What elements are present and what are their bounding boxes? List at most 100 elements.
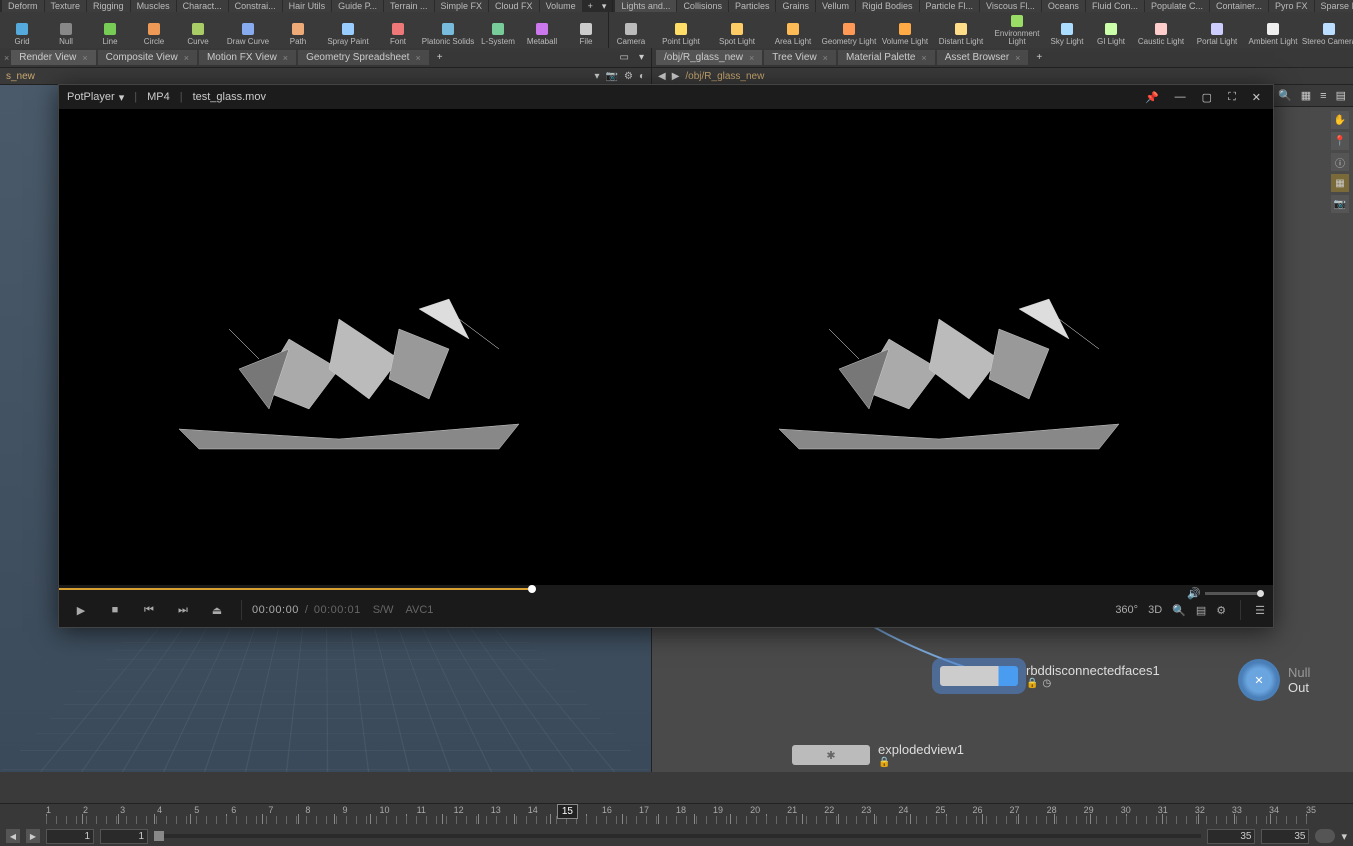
shelf-tab[interactable]: Sparse Pyr...	[1315, 0, 1353, 12]
pin-tool-icon[interactable]: 📍	[1331, 132, 1349, 150]
range-start-field[interactable]	[100, 829, 148, 844]
tab-close-icon[interactable]: ×	[415, 53, 420, 63]
tool-ambient-light[interactable]: Ambient Light	[1245, 12, 1301, 46]
shelf-add-icon[interactable]: +	[584, 1, 597, 11]
pane-tab[interactable]: Geometry Spreadsheet×	[298, 50, 429, 65]
nav-fwd-icon[interactable]: ▶	[672, 71, 680, 82]
pane-menu-icon[interactable]: ▭	[617, 52, 632, 63]
shelf-tab[interactable]: Particles	[729, 0, 776, 12]
shelf-tab[interactable]: Vellum	[816, 0, 855, 12]
3d-button[interactable]: 3D	[1148, 604, 1162, 616]
pane-tab[interactable]: Composite View×	[98, 50, 197, 65]
shelf-tab[interactable]: Volume	[540, 0, 582, 12]
menu-icon[interactable]: ☰	[1255, 604, 1265, 617]
hand-tool-icon[interactable]: ✋	[1331, 111, 1349, 129]
tab-close-icon[interactable]: ×	[823, 53, 828, 63]
shelf-tab[interactable]: Fluid Con...	[1086, 0, 1144, 12]
shelf-tab[interactable]: Lights and...	[615, 0, 676, 12]
tab-close-icon[interactable]: ×	[283, 53, 288, 63]
camera-snap-icon[interactable]: 📷	[1331, 195, 1349, 213]
tool-camera[interactable]: Camera	[609, 12, 653, 46]
prev-button[interactable]: ⏮	[135, 598, 163, 622]
shelf-tab[interactable]: Rigging	[87, 0, 130, 12]
eject-button[interactable]: ⏏	[203, 598, 231, 622]
timeline-ruler[interactable]: 1234567891011121314151617181920212223242…	[0, 804, 1353, 826]
tab-close-icon[interactable]: ×	[749, 53, 754, 63]
tab-close-icon[interactable]: ×	[184, 53, 189, 63]
tool-sky-light[interactable]: Sky Light	[1045, 12, 1089, 46]
video-area[interactable]	[59, 109, 1273, 585]
tool-platonic-solids[interactable]: Platonic Solids	[420, 12, 476, 46]
net-view-icon[interactable]: ▦	[1298, 89, 1314, 102]
node-body[interactable]: ✱	[792, 745, 870, 765]
clock-icon[interactable]: ◷	[1042, 678, 1051, 689]
close-icon[interactable]: ✕	[1248, 91, 1265, 104]
tool-null[interactable]: Null	[44, 12, 88, 46]
list-view-icon[interactable]: ≡	[1317, 90, 1329, 102]
render-icon[interactable]: ⚙	[624, 71, 633, 82]
add-tab-icon[interactable]: +	[1030, 50, 1048, 65]
tool-font[interactable]: Font	[376, 12, 420, 46]
range-end-field[interactable]	[1207, 829, 1255, 844]
pane-tab[interactable]: /obj/R_glass_new×	[656, 50, 762, 65]
shelf-tab[interactable]: Guide P...	[332, 0, 383, 12]
tool-metaball[interactable]: Metaball	[520, 12, 564, 46]
node-null-output[interactable]: ✕ Null Out	[1238, 659, 1310, 701]
shelf-dropdown-icon[interactable]: ▾	[598, 1, 611, 12]
timeline-scrubber[interactable]	[154, 834, 1201, 838]
tool-file[interactable]: File	[564, 12, 608, 46]
seek-bar[interactable]: 🔊	[59, 585, 1273, 593]
lock-icon[interactable]: 🔒	[1026, 678, 1038, 689]
shelf-tab[interactable]: Texture	[45, 0, 87, 12]
playlist-icon[interactable]: ▤	[1196, 604, 1206, 617]
shelf-tab[interactable]: Charact...	[177, 0, 228, 12]
volume-icon[interactable]: 🔊	[1187, 587, 1201, 600]
shelf-tab[interactable]: Populate C...	[1145, 0, 1209, 12]
shelf-tab[interactable]: Rigid Bodies	[856, 0, 919, 12]
shelf-tab[interactable]: Collisions	[677, 0, 728, 12]
shelf-tab[interactable]: Terrain ...	[384, 0, 434, 12]
tab-close-icon[interactable]: ×	[82, 53, 87, 63]
tool-spot-light[interactable]: Spot Light	[709, 12, 765, 46]
tool-grid[interactable]: Grid	[0, 12, 44, 46]
current-frame-marker[interactable]: 15	[557, 804, 578, 819]
grid-snap-icon[interactable]: ▦	[1331, 174, 1349, 192]
minimize-icon[interactable]: —	[1171, 91, 1190, 104]
tool-area-light[interactable]: Area Light	[765, 12, 821, 46]
shelf-tab[interactable]: Viscous Fl...	[980, 0, 1041, 12]
tool-circle[interactable]: Circle	[132, 12, 176, 46]
tool-stereo-camera[interactable]: Stereo Camera	[1301, 12, 1353, 46]
shelf-tab[interactable]: Simple FX	[435, 0, 489, 12]
shelf-tab[interactable]: Pyro FX	[1269, 0, 1314, 12]
info-icon[interactable]: ⓘ	[1331, 153, 1349, 171]
shelf-tab[interactable]: Muscles	[131, 0, 176, 12]
shelf-tab[interactable]: Deform	[2, 0, 44, 12]
tool-line[interactable]: Line	[88, 12, 132, 46]
stop-button[interactable]: ■	[101, 598, 129, 622]
maximize-icon[interactable]: ▢	[1198, 91, 1216, 104]
tool-distant-light[interactable]: Distant Light	[933, 12, 989, 46]
pane-tab[interactable]: Material Palette×	[838, 50, 935, 65]
null-node-body[interactable]: ✕	[1238, 659, 1280, 701]
tool-portal-light[interactable]: Portal Light	[1189, 12, 1245, 46]
tab-close-icon[interactable]: ×	[921, 53, 926, 63]
add-tab-icon[interactable]: +	[431, 50, 449, 65]
camera-picker-icon[interactable]: 📷	[606, 71, 618, 82]
tool-l-system[interactable]: L-System	[476, 12, 520, 46]
shelf-tab[interactable]: Cloud FX	[489, 0, 539, 12]
tool-geometry-light[interactable]: Geometry Light	[821, 12, 877, 46]
tab-close-icon[interactable]: ×	[1015, 53, 1020, 63]
tool-curve[interactable]: Curve	[176, 12, 220, 46]
vr360-button[interactable]: 360°	[1115, 604, 1138, 616]
tool-gi-light[interactable]: GI Light	[1089, 12, 1133, 46]
shelf-tab[interactable]: Oceans	[1042, 0, 1085, 12]
settings-icon[interactable]: ⚙	[1216, 604, 1226, 617]
nav-back-icon[interactable]: ◀	[658, 71, 666, 82]
tool-environment-light[interactable]: Environment Light	[989, 12, 1045, 46]
tool-caustic-light[interactable]: Caustic Light	[1133, 12, 1189, 46]
tool-point-light[interactable]: Point Light	[653, 12, 709, 46]
node-explodedview[interactable]: ✱ explodedview1 🔒	[792, 742, 964, 768]
fullscreen-icon[interactable]: ⛶	[1224, 91, 1240, 104]
shelf-tab[interactable]: Constrai...	[229, 0, 282, 12]
search-subtitle-icon[interactable]: 🔍	[1172, 604, 1186, 617]
